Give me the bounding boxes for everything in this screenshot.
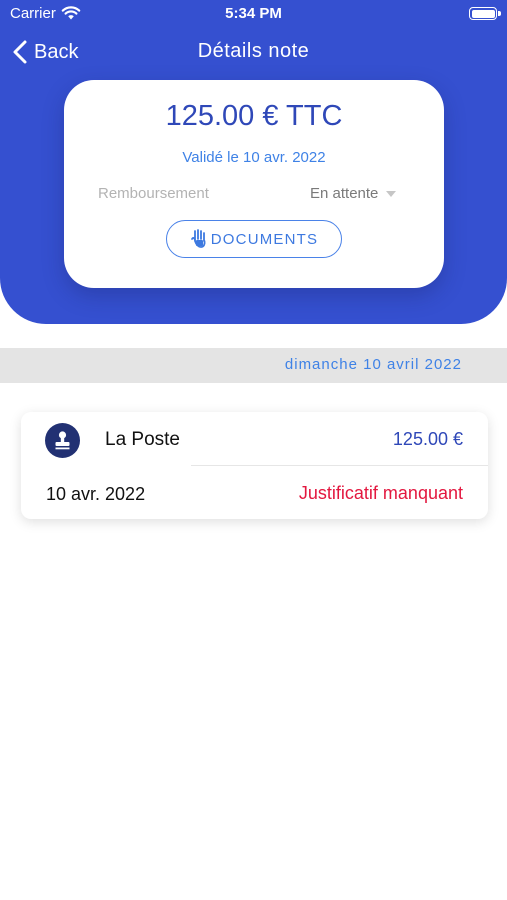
reimbursement-status-dropdown[interactable]: En attente bbox=[310, 185, 397, 202]
expense-amount: 125.00 € bbox=[392, 429, 463, 449]
merchant-avatar bbox=[45, 423, 80, 458]
battery-icon bbox=[469, 7, 497, 20]
documents-button[interactable]: DOCUMENTS bbox=[166, 220, 342, 258]
battery-tip bbox=[498, 11, 501, 16]
stamp-icon bbox=[55, 431, 70, 450]
page-title: Détails note bbox=[197, 40, 310, 62]
caret-down-icon bbox=[386, 190, 397, 197]
status-bar: Carrier 5:34 PM bbox=[0, 0, 507, 28]
date-section-header: dimanche 10 avril 2022 bbox=[0, 348, 507, 383]
documents-label: DOCUMENTS bbox=[210, 230, 319, 248]
reimbursement-status-value: En attente bbox=[310, 185, 379, 202]
status-time: 5:34 PM bbox=[225, 5, 282, 22]
reimbursement-label: Remboursement bbox=[98, 185, 209, 202]
total-amount: 125.00 € TTC bbox=[165, 100, 343, 132]
expense-item[interactable]: La Poste 125.00 € 10 avr. 2022 Justifica… bbox=[21, 412, 488, 519]
merchant-name: La Poste bbox=[105, 429, 180, 450]
validation-date: Validé le 10 avr. 2022 bbox=[182, 149, 326, 166]
section-date: dimanche 10 avril 2022 bbox=[284, 356, 462, 373]
document-icon bbox=[190, 229, 206, 248]
row-divider bbox=[191, 465, 488, 466]
expense-date: 10 avr. 2022 bbox=[46, 484, 146, 504]
summary-card: 125.00 € TTC Validé le 10 avr. 2022 Remb… bbox=[64, 80, 444, 288]
expense-status: Justificatif manquant bbox=[298, 483, 463, 503]
